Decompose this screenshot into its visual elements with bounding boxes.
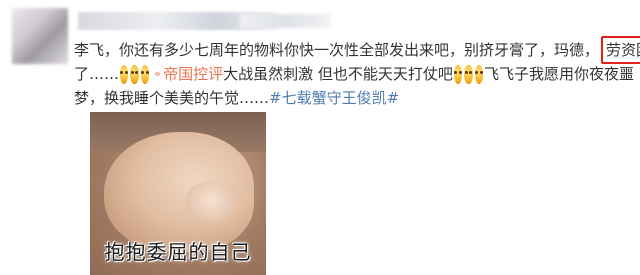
scream-emoji-icon [120, 64, 129, 84]
hyperlink-topic[interactable]: 帝国控评 [163, 62, 223, 86]
scream-emoji-icon [130, 64, 139, 84]
user-avatar[interactable] [12, 8, 68, 64]
link-icon [154, 72, 161, 76]
image-caption: 抱抱委屈的自己 [104, 240, 252, 264]
post-time-blurred [240, 14, 330, 28]
smile-emoji-icon [453, 64, 463, 84]
hashtag-topic[interactable]: #七载蟹守王俊凯# [269, 86, 399, 110]
post-text: 李飞，你还有多少七周年的物料你快一次性全部发出来吧，别挤牙膏了，玛德， 劳资困死… [74, 36, 640, 110]
post-text-segment: 飞飞子我愿用你夜夜噩 [484, 65, 635, 83]
post-text-segment: 大战虽然刺激 但也不能天天打仗吧 [223, 65, 453, 83]
cat-paw [186, 182, 236, 222]
post-image[interactable]: 抱抱委屈的自己 [90, 112, 266, 275]
highlighted-phrase: 劳资困死 [601, 36, 640, 64]
scream-emoji-icon [140, 64, 150, 84]
post-text-segment: 梦，换我睡个美美的午觉…… [74, 89, 270, 107]
post-line-3: 梦，换我睡个美美的午觉…… #七载蟹守王俊凯# [74, 86, 634, 110]
post-line-2: 了…… 帝国控评 大战虽然刺激 但也不能天天打仗吧 飞飞子我愿用你夜夜噩 [74, 62, 634, 86]
post-line-1: 李飞，你还有多少七周年的物料你快一次性全部发出来吧，别挤牙膏了，玛德， 劳资困死 [74, 36, 640, 64]
smile-emoji-icon [464, 64, 473, 84]
post-text-segment: 了…… [74, 65, 120, 83]
post-text-segment: 李飞，你还有多少七周年的物料你快一次性全部发出来吧，别挤牙膏了，玛德， [74, 41, 600, 59]
smile-emoji-icon [474, 64, 483, 84]
